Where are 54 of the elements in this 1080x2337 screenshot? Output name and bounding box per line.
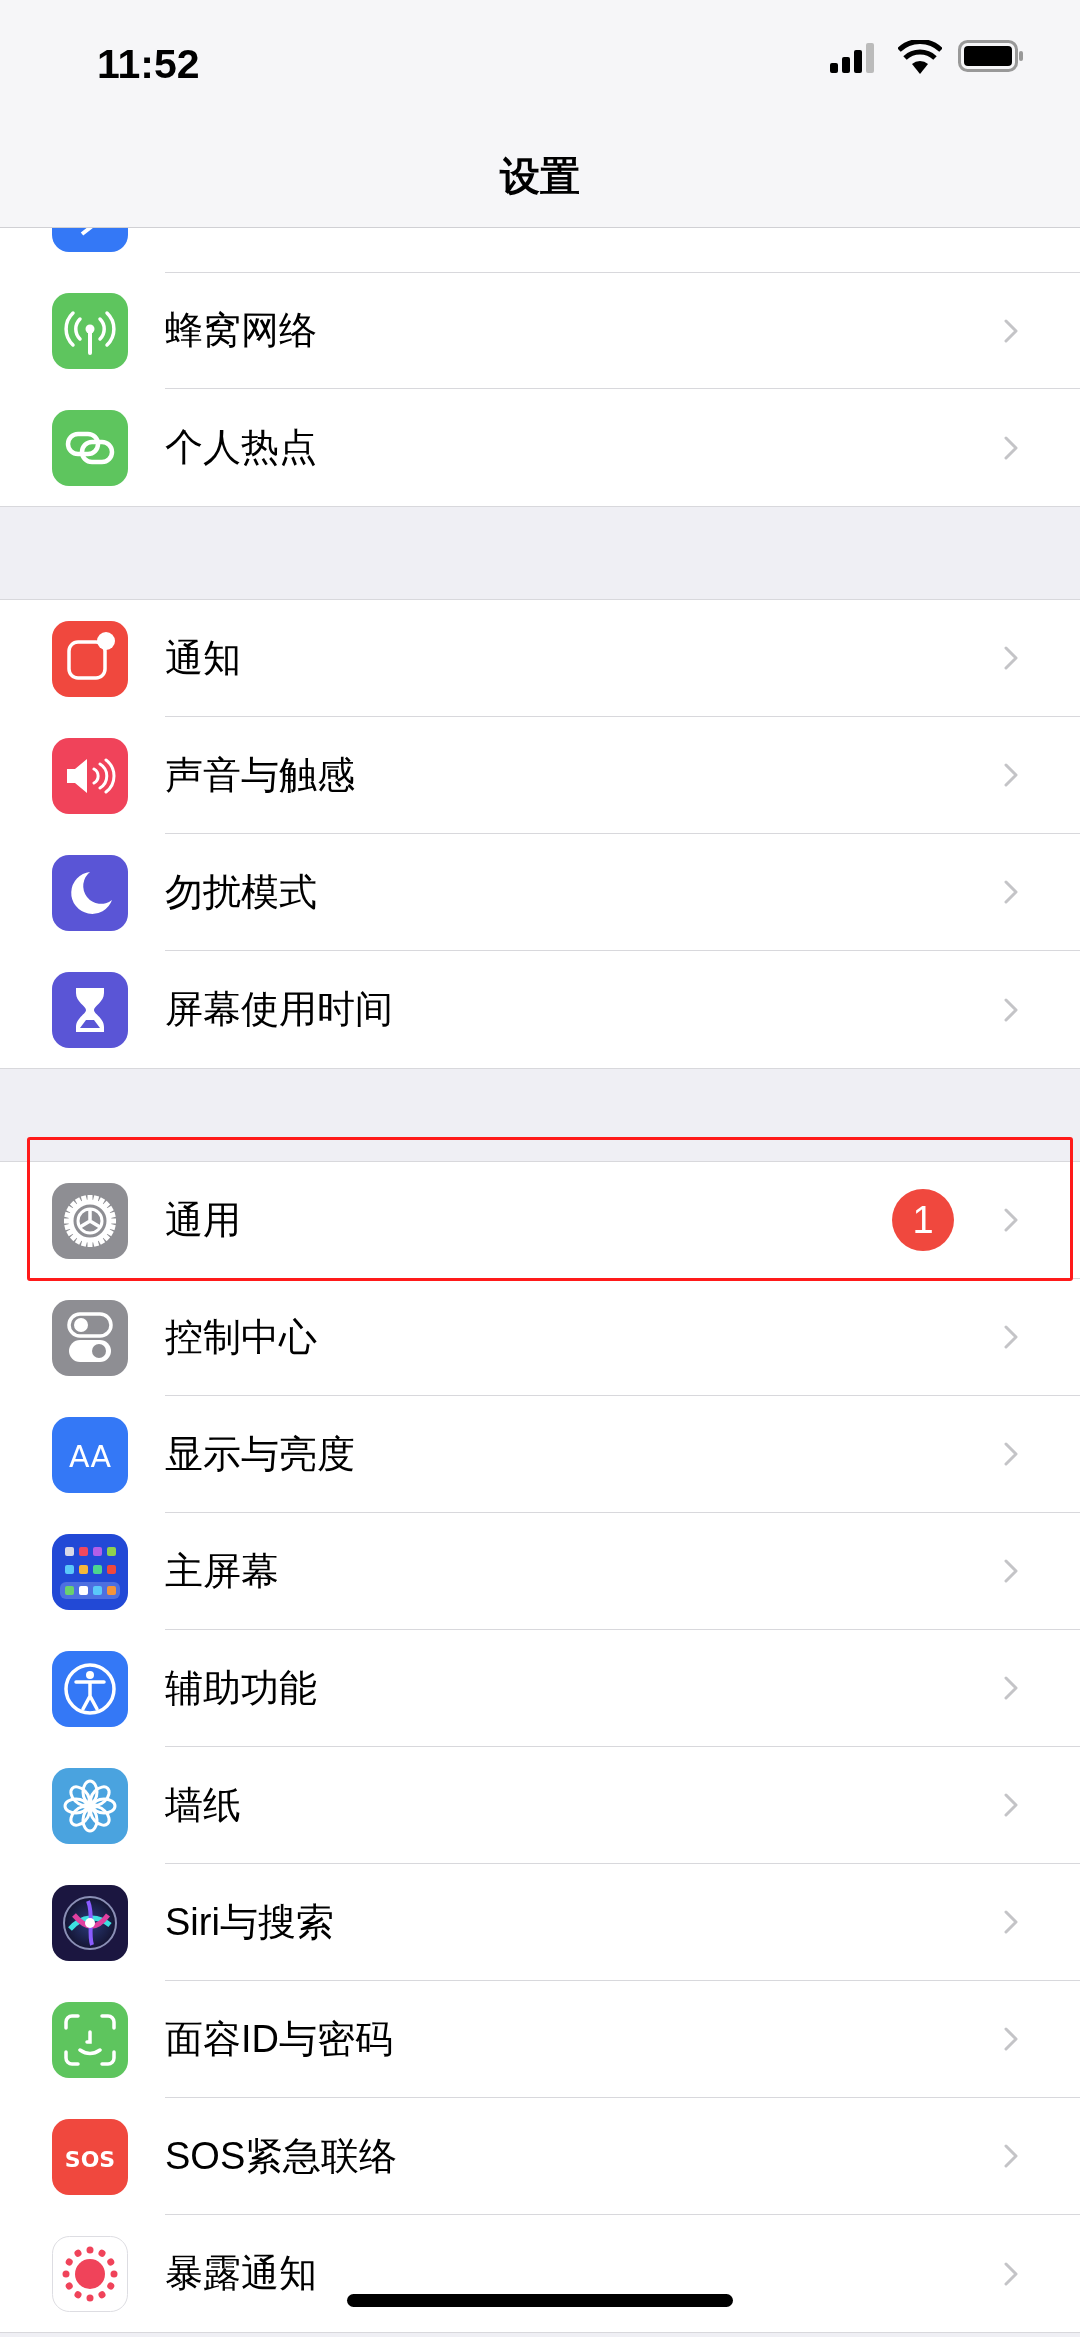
chevron-icon [1004, 2261, 1018, 2286]
settings-row[interactable]: 辅助功能 [165, 1630, 1080, 1747]
chevron-icon [1004, 1208, 1018, 1232]
status-time: 11:52 [97, 40, 200, 89]
sos-icon: SOS [52, 2118, 128, 2195]
wifi-icon [898, 40, 942, 74]
letters-icon: AA [52, 1416, 128, 1493]
settings-row[interactable]: 面容ID与密码 [165, 1981, 1080, 2098]
flower-icon [52, 1767, 128, 1844]
chevron-icon [1004, 1559, 1018, 1583]
dotted-sun-icon [52, 2235, 128, 2312]
settings-row[interactable]: 通用 1 [165, 1162, 1080, 1279]
settings-row[interactable]: 显示与亮度 [165, 1396, 1080, 1513]
settings-row[interactable]: 主屏幕 [165, 1513, 1080, 1630]
settings-row[interactable]: 控制中心 [165, 1279, 1080, 1396]
chevron-icon [1004, 435, 1018, 460]
settings-row[interactable]: 屏幕使用时间 [165, 951, 1080, 1068]
app-grid-icon [52, 1533, 128, 1610]
chevron-icon [1004, 1910, 1018, 1934]
antenna-icon [52, 292, 128, 369]
chain-link-icon [52, 409, 128, 486]
page-title: 设置 [498, 153, 581, 200]
chevron-icon [1004, 1325, 1018, 1349]
signal-icon [830, 43, 876, 73]
settings-row[interactable]: 通知 [165, 600, 1080, 717]
notification-icon [52, 620, 128, 697]
settings-row[interactable]: Siri与搜索 [165, 1864, 1080, 1981]
settings-row[interactable]: 勿扰模式 [165, 834, 1080, 951]
chevron-icon [1004, 318, 1018, 343]
chevron-icon [1004, 1676, 1018, 1700]
face-scan-icon [52, 2001, 128, 2078]
accessibility-figure-icon [52, 1650, 128, 1727]
settings-row[interactable]: 墙纸 [165, 1747, 1080, 1864]
chevron-icon [1004, 1442, 1018, 1466]
chevron-icon [1004, 763, 1018, 787]
notification-badge: 1 [892, 1189, 954, 1251]
chevron-icon [1004, 646, 1018, 670]
chevron-icon [1004, 2144, 1018, 2168]
siri-orb-icon [52, 1884, 128, 1961]
chevron-icon [1004, 997, 1018, 1022]
toggles-icon [52, 1299, 128, 1376]
chevron-icon [1004, 1793, 1018, 1817]
settings-row[interactable]: 个人热点 [165, 389, 1080, 506]
gear-icon [52, 1182, 128, 1259]
speaker-icon [52, 737, 128, 814]
moon-icon [52, 854, 128, 931]
chevron-icon [1004, 880, 1018, 904]
chevron-icon [1004, 2027, 1018, 2051]
settings-row[interactable]: 暴露通知 [165, 2215, 1080, 2332]
settings-row[interactable]: 声音与触感 [165, 717, 1080, 834]
battery-icon [958, 40, 1024, 72]
hourglass-icon [52, 971, 128, 1048]
settings-row[interactable]: SOS紧急联络 [165, 2098, 1080, 2215]
settings-row[interactable]: 蜂窝网络 [165, 272, 1080, 389]
